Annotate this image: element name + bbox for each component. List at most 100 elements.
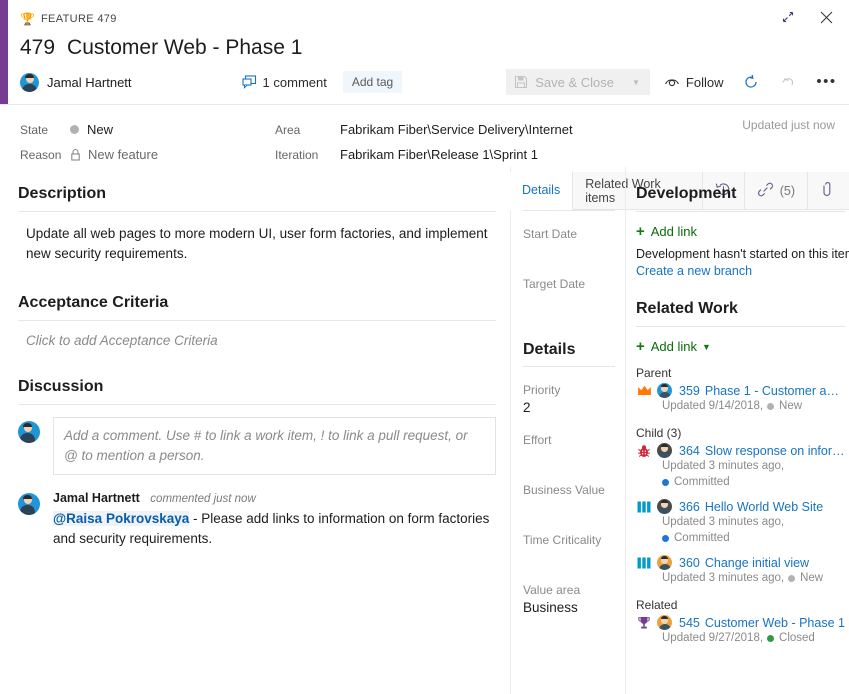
- related-work-item[interactable]: 364 Slow response on inform... Updated 3…: [636, 443, 845, 490]
- value-area-value[interactable]: Business: [523, 600, 615, 617]
- priority-value[interactable]: 2: [523, 400, 615, 417]
- tab-details[interactable]: Details: [510, 172, 574, 210]
- related-work-item[interactable]: 545 Customer Web - Phase 1 Updated 9/27/…: [636, 615, 845, 646]
- state-dot-icon: [662, 478, 669, 486]
- link-state: Committed: [674, 476, 730, 488]
- avatar: [657, 383, 672, 398]
- reason-text: New feature: [88, 147, 159, 162]
- link-updated: Updated 9/14/2018,: [662, 400, 764, 412]
- avatar: [18, 493, 40, 515]
- window-controls: [777, 6, 837, 28]
- area-field[interactable]: Area Fabrikam Fiber\Service Delivery\Int…: [275, 117, 573, 142]
- close-icon[interactable]: [815, 6, 837, 28]
- plus-icon: +: [636, 338, 645, 355]
- save-and-close-button[interactable]: Save & Close ▼: [506, 69, 650, 95]
- link-updated: Updated 9/27/2018,: [662, 632, 764, 644]
- related-work-heading: Related Work: [636, 300, 738, 317]
- save-icon: [514, 75, 528, 89]
- plus-icon: +: [636, 223, 645, 240]
- divider: [18, 320, 496, 321]
- restore-down-icon[interactable]: [777, 6, 799, 28]
- effort-value[interactable]: [523, 450, 615, 467]
- link-state: New: [779, 400, 803, 412]
- development-add-link-button[interactable]: + Add link: [636, 224, 845, 239]
- create-new-branch-link[interactable]: Create a new branch: [636, 264, 845, 278]
- target-date-label: Target Date: [523, 277, 586, 291]
- main-column: Description Update all web pages to more…: [0, 167, 510, 694]
- mention-link[interactable]: @Raisa Pokrovskaya: [53, 511, 190, 526]
- link-id[interactable]: 366: [679, 500, 700, 514]
- discussion-heading: Discussion: [18, 378, 104, 395]
- acceptance-criteria-heading: Acceptance Criteria: [18, 294, 169, 311]
- work-item-title-row: 479 Customer Web - Phase 1: [20, 36, 849, 60]
- area-value: Fabrikam Fiber\Service Delivery\Internet: [340, 122, 573, 137]
- target-date-value[interactable]: [523, 294, 615, 311]
- description-text[interactable]: Update all web pages to more modern UI, …: [26, 224, 496, 264]
- refresh-icon[interactable]: [740, 71, 762, 93]
- lock-icon: [70, 148, 81, 161]
- work-item-form: 🏆 FEATURE 479 479 Customer Web - Phase 1…: [0, 0, 849, 694]
- link-meta: Updated 3 minutes ago, Committed: [662, 514, 845, 546]
- related-work-add-link-button[interactable]: + Add link ▼: [636, 339, 845, 354]
- state-dot-icon: [788, 574, 796, 582]
- link-title[interactable]: Hello World Web Site: [705, 500, 823, 514]
- effort-label: Effort: [523, 433, 552, 447]
- related-work-item[interactable]: 360 Change initial view Updated 3 minute…: [636, 555, 845, 586]
- divider: [636, 211, 845, 212]
- link-id[interactable]: 364: [679, 444, 700, 458]
- chevron-down-icon[interactable]: ▼: [632, 78, 640, 87]
- work-item-title[interactable]: Customer Web - Phase 1: [67, 36, 302, 60]
- link-id[interactable]: 360: [679, 556, 700, 570]
- updated-timestamp: Updated just now: [742, 118, 835, 132]
- undo-icon[interactable]: [778, 71, 800, 93]
- comment-composer[interactable]: Add a comment. Use # to link a work item…: [18, 417, 496, 475]
- status-details-column: Status Start Date Target Date Details Pr…: [510, 167, 625, 694]
- avatar: [657, 499, 672, 514]
- divider: [523, 366, 615, 367]
- trophy-icon: [636, 616, 652, 630]
- related-work-item[interactable]: 359 Phase 1 - Customer acce... Updated 9…: [636, 383, 845, 414]
- state-dot-icon: [70, 125, 79, 134]
- link-updated: Updated 3 minutes ago,: [662, 516, 785, 528]
- link-title[interactable]: Slow response on inform...: [705, 444, 845, 458]
- link-updated: Updated 3 minutes ago,: [662, 572, 785, 584]
- work-item-type: 🏆 FEATURE 479: [20, 10, 849, 28]
- work-item-fields-strip: State New Reason New feature Area Fabrik…: [0, 105, 849, 167]
- iteration-field[interactable]: Iteration Fabrikam Fiber\Release 1\Sprin…: [275, 142, 573, 167]
- work-item-type-label: FEATURE 479: [40, 13, 117, 25]
- time-criticality-value[interactable]: [523, 550, 615, 567]
- comment-count-button[interactable]: 1 comment: [241, 75, 327, 90]
- work-item-header: 🏆 FEATURE 479 479 Customer Web - Phase 1…: [0, 0, 849, 105]
- link-meta: Updated 3 minutes ago, Committed: [662, 458, 845, 490]
- divider: [636, 326, 845, 327]
- link-id[interactable]: 359: [679, 384, 700, 398]
- acceptance-criteria-placeholder[interactable]: Click to add Acceptance Criteria: [26, 333, 496, 348]
- add-tag-button[interactable]: Add tag: [342, 71, 403, 93]
- follow-button[interactable]: Follow: [664, 75, 724, 90]
- chevron-down-icon[interactable]: ▼: [702, 342, 711, 352]
- reason-value: New feature: [70, 147, 158, 162]
- save-and-close-label: Save & Close: [535, 74, 614, 90]
- link-meta: Updated 9/27/2018, Closed: [662, 630, 845, 646]
- link-title[interactable]: Customer Web - Phase 1: [705, 616, 845, 630]
- development-note: Development hasn't started on this item.: [636, 247, 849, 261]
- link-meta: Updated 3 minutes ago, New: [662, 570, 845, 586]
- assigned-to[interactable]: Jamal Hartnett: [20, 72, 132, 92]
- divider: [18, 211, 496, 212]
- start-date-value[interactable]: [523, 244, 615, 261]
- value-area-label: Value area: [523, 583, 581, 597]
- link-meta: Updated 9/14/2018, New: [662, 398, 845, 414]
- more-actions-icon[interactable]: •••: [816, 71, 838, 93]
- tab-details-label: Details: [522, 183, 561, 197]
- development-heading: Development: [636, 185, 737, 202]
- work-item-meta-row: Jamal Hartnett 1 comment Add tag Save & …: [20, 69, 849, 95]
- business-value-value[interactable]: [523, 500, 615, 517]
- link-id[interactable]: 545: [679, 616, 700, 630]
- comment-input[interactable]: Add a comment. Use # to link a work item…: [53, 417, 496, 475]
- link-title[interactable]: Phase 1 - Customer acce...: [705, 384, 845, 398]
- related-work-item[interactable]: 366 Hello World Web Site Updated 3 minut…: [636, 499, 845, 546]
- iteration-label: Iteration: [275, 147, 319, 162]
- follow-label: Follow: [685, 74, 724, 90]
- link-title[interactable]: Change initial view: [705, 556, 809, 570]
- avatar: [657, 555, 672, 570]
